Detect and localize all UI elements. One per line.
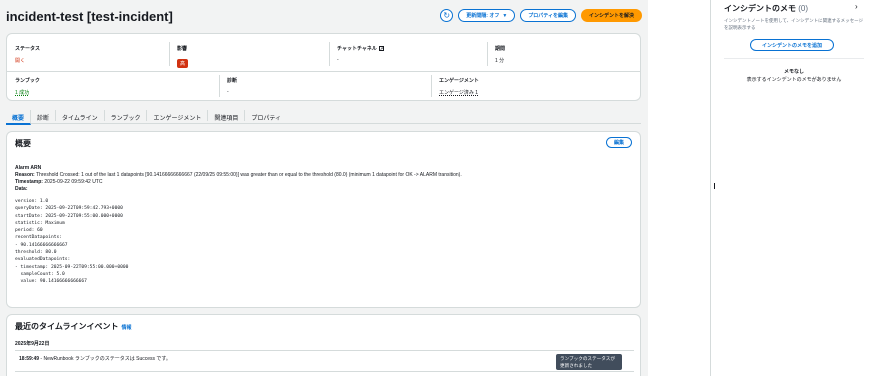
engagement-link[interactable]: エンゲージ済み 1: [439, 89, 479, 96]
panel-divider: [710, 0, 711, 376]
tab-related-items[interactable]: 関連項目: [208, 110, 246, 122]
alarm-arn-label: Alarm ARN: [15, 165, 42, 171]
overview-card: 概要 編集 Alarm ARN Reason: Threshold Crosse…: [6, 131, 641, 308]
tab-timeline[interactable]: タイムライン: [56, 110, 105, 122]
notes-count: (0): [798, 4, 809, 13]
tab-engagements[interactable]: エンゲージメント: [147, 110, 209, 122]
divider: [724, 58, 864, 59]
add-note-button[interactable]: インシデントのメモを追加: [750, 39, 834, 51]
empty-notes-title: メモなし: [783, 69, 804, 75]
duration-label: 期間: [495, 46, 506, 52]
chat-channel-value: -: [337, 57, 339, 63]
event-time: 18:59:49: [19, 356, 40, 362]
diagnosis-label: 診断: [227, 78, 238, 84]
refresh-button[interactable]: ↻: [440, 9, 454, 22]
runbook-success-link[interactable]: 1 成功: [15, 89, 40, 96]
timeline-title-row: 最近のタイムラインイベント 情報: [15, 322, 132, 331]
reason-line: Reason: Threshold Crossed: 1 out of the …: [15, 172, 462, 178]
tab-overview[interactable]: 概要: [6, 110, 32, 125]
tab-properties[interactable]: プロパティ: [245, 110, 287, 122]
diagnosis-value: -: [227, 89, 229, 95]
info-link[interactable]: 情報: [121, 325, 131, 331]
status-label: ステータス: [15, 46, 41, 52]
alarm-data-block: version: 1.0 queryDate: 2025-09-22T09:59…: [15, 199, 129, 285]
status-field: ステータス 開く: [15, 45, 40, 64]
divider: [487, 42, 488, 66]
runbook-field: ランブック 1 成功: [15, 77, 40, 96]
overview-body: Alarm ARN Reason: Threshold Crossed: 1 o…: [15, 165, 632, 286]
page-title: incident-test [test-incident]: [6, 9, 173, 24]
resolve-incident-button[interactable]: インシデントを解決: [580, 9, 642, 22]
timestamp-line: Timestamp: 2025-09-22 09:59:42 UTC: [15, 179, 103, 185]
data-label: Data:: [15, 186, 28, 192]
notes-title: インシデントのメモ (0): [724, 4, 809, 13]
edit-overview-button[interactable]: 編集: [605, 137, 632, 148]
impact-label: 影響: [177, 46, 188, 52]
engagement-label: エンゲージメント: [439, 78, 479, 84]
chat-channel-field: チャットチャネル ↗ -: [337, 45, 384, 63]
chat-channel-label: チャットチャネル ↗: [337, 46, 384, 52]
recent-timeline-card: 最近のタイムラインイベント 情報 2025年9月22日 18:59:49 - Ne…: [6, 314, 641, 376]
divider: [431, 75, 432, 97]
divider: [7, 71, 640, 72]
chevron-right-icon[interactable]: ›: [855, 2, 858, 11]
status-value: 開く: [15, 58, 26, 64]
event-text: NewRunbook ランブックのステータスは Success です。: [43, 356, 171, 362]
incident-summary-card: ステータス 開く 影響 高 チャットチャネル ↗ - 期間 1 分 ランブック 1…: [6, 33, 641, 101]
divider: [169, 42, 170, 66]
notes-description: インシデントノートを使用して、インシデントに関連するメッセージを説明表示する: [724, 18, 864, 30]
overview-title: 概要: [15, 139, 31, 148]
timeline-event-row: 18:59:49 - NewRunbook ランブックのステータスは Succe…: [15, 350, 634, 372]
duration-value: 1 分: [495, 58, 505, 64]
tab-runbooks[interactable]: ランブック: [105, 110, 148, 122]
diagnosis-field: 診断 -: [227, 77, 237, 95]
timeline-date: 2025年9月22日: [15, 341, 50, 347]
impact-field: 影響 高: [177, 45, 189, 70]
refresh-interval-label: 更新間隔: オフ: [466, 13, 500, 19]
event-type-badge: ランブックのステータスが更新されました: [556, 354, 622, 370]
caret-down-icon: ▼: [502, 12, 508, 19]
resize-handle[interactable]: [714, 183, 715, 189]
refresh-interval-dropdown[interactable]: 更新間隔: オフ ▼: [458, 9, 516, 22]
divider: [219, 75, 220, 97]
edit-properties-button[interactable]: プロパティを編集: [520, 9, 576, 22]
main-content: incident-test [test-incident] ↻ 更新間隔: オフ…: [0, 0, 648, 376]
divider: [329, 42, 330, 66]
external-link-icon[interactable]: ↗: [378, 46, 384, 52]
refresh-icon: ↻: [443, 11, 451, 20]
empty-notes-description: 表示するインシデントのメモがありません: [746, 77, 842, 83]
header-actions: ↻ 更新間隔: オフ ▼ プロパティを編集 インシデントを解決: [440, 9, 642, 22]
runbook-label: ランブック: [15, 78, 40, 84]
tab-bar: 概要 診断 タイムライン ランブック エンゲージメント 関連項目 プロパティ: [6, 108, 641, 125]
engagement-field: エンゲージメント エンゲージ済み 1: [439, 77, 479, 96]
tab-diagnosis[interactable]: 診断: [31, 110, 57, 122]
impact-badge: 高: [177, 59, 189, 68]
duration-field: 期間 1 分: [495, 45, 505, 64]
